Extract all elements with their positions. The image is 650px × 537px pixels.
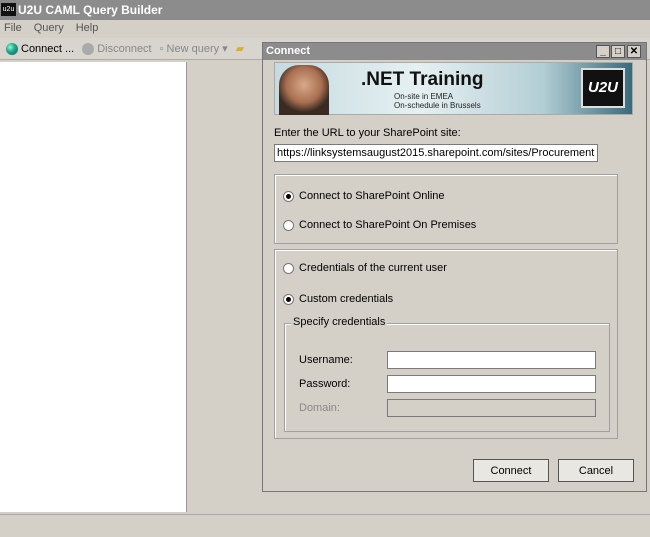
radio-sharepoint-on-premises[interactable]: Connect to SharePoint On Premises <box>283 219 476 231</box>
connect-submit-button[interactable]: Connect <box>473 459 549 482</box>
status-bar <box>0 514 650 537</box>
app-logo-icon: u2u <box>1 3 16 16</box>
specify-credentials-group: Specify credentials Username: Password: … <box>284 316 610 432</box>
banner-title: .NET Training <box>361 69 484 90</box>
radio-label: Connect to SharePoint Online <box>299 190 445 202</box>
username-input[interactable] <box>387 351 596 369</box>
new-query-button[interactable]: ▫ New query ▾ <box>159 42 228 56</box>
radio-label: Custom credentials <box>299 293 394 305</box>
disconnect-icon <box>82 42 95 55</box>
banner-line2: On-schedule in Brussels <box>394 101 481 110</box>
menu-query[interactable]: Query <box>34 20 64 37</box>
minimize-button[interactable]: _ <box>596 45 610 58</box>
person-image <box>279 65 329 115</box>
dialog-title: Connect <box>266 45 310 57</box>
radio-label: Credentials of the current user <box>299 262 447 274</box>
domain-label: Domain: <box>299 402 340 414</box>
specify-credentials-legend: Specify credentials <box>291 316 388 328</box>
u2u-logo: U2U <box>581 68 625 108</box>
password-label: Password: <box>299 378 351 390</box>
dialog-title-bar: Connect <box>263 43 646 60</box>
tree-panel[interactable] <box>0 62 187 512</box>
maximize-button[interactable]: □ <box>611 45 625 58</box>
radio-sharepoint-online[interactable]: Connect to SharePoint Online <box>283 190 445 202</box>
radio-indicator <box>283 219 294 231</box>
globe-icon <box>6 42 18 55</box>
username-label: Username: <box>299 354 353 366</box>
disconnect-button[interactable]: Disconnect <box>82 42 152 55</box>
url-label: Enter the URL to your SharePoint site: <box>274 127 461 139</box>
new-query-icon: ▫ <box>159 42 164 55</box>
banner-line1: On-site in EMEA <box>394 92 454 101</box>
radio-label: Connect to SharePoint On Premises <box>299 219 477 231</box>
menu-bar: File Query Help <box>0 20 650 37</box>
radio-indicator <box>283 190 294 202</box>
connect-label: Connect ... <box>21 42 75 55</box>
connect-button[interactable]: Connect ... <box>6 42 75 55</box>
radio-indicator <box>283 293 294 305</box>
menu-file[interactable]: File <box>4 20 22 37</box>
radio-custom-credentials[interactable]: Custom credentials <box>283 293 393 305</box>
url-input[interactable] <box>274 144 598 162</box>
training-banner: .NET Training On-site in EMEA On-schedul… <box>274 62 633 115</box>
app-title: U2U CAML Query Builder <box>18 3 163 17</box>
new-query-label: New query <box>166 42 220 55</box>
radio-current-user[interactable]: Credentials of the current user <box>283 262 447 274</box>
disconnect-label: Disconnect <box>97 42 152 55</box>
radio-indicator <box>283 262 294 274</box>
domain-input[interactable] <box>387 399 596 417</box>
cancel-button[interactable]: Cancel <box>558 459 634 482</box>
app-title-bar: U2U CAML Query Builder <box>0 0 650 20</box>
password-input[interactable] <box>387 375 596 393</box>
credentials-group: Credentials of the current user Custom c… <box>274 249 618 439</box>
connect-dialog: Connect _ □ ✕ .NET Training On-site in E… <box>262 42 647 492</box>
close-button[interactable]: ✕ <box>627 45 641 58</box>
folder-icon[interactable]: ▰ <box>236 42 244 55</box>
chevron-down-icon[interactable]: ▾ <box>222 42 228 55</box>
site-type-group: Connect to SharePoint Online Connect to … <box>274 174 618 244</box>
menu-help[interactable]: Help <box>76 20 99 37</box>
